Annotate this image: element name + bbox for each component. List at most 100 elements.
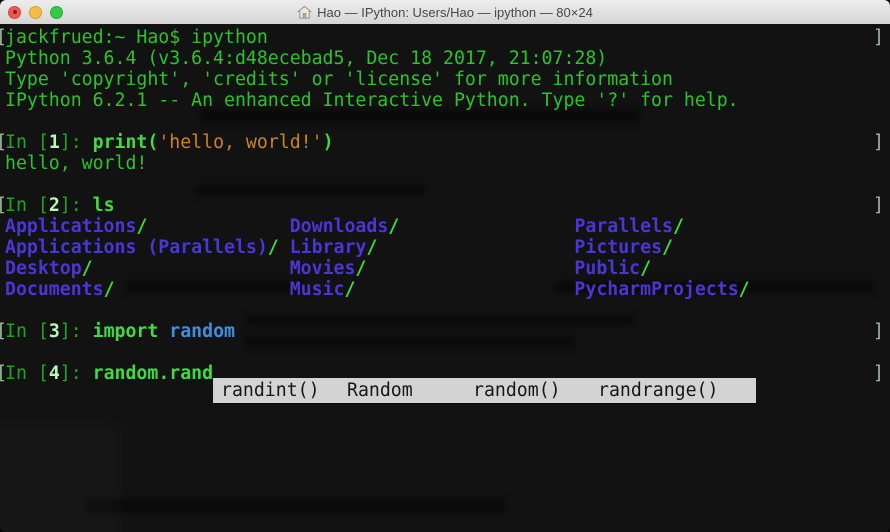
terminal-line: IPython 6.2.1 -- An enhanced Interactive… [5,90,890,111]
prompt-mark-close: ] [873,321,884,342]
prompt: In [ [5,363,49,384]
file-type-indicator: / [640,258,651,279]
file-type-indicator: / [104,279,115,300]
directory-name: Parallels [574,216,673,237]
completion-popup: randint() Random random() randrange() [213,378,756,403]
prompt-mark-close: ] [873,363,884,384]
directory-name: Pictures [574,237,662,258]
directory-name: Applications (Parallels) [5,237,268,258]
prompt: ]: [60,321,93,342]
prompt-number: 2 [49,195,60,216]
home-folder-icon [297,5,312,20]
directory-name: Public [574,258,640,279]
completion-item[interactable]: randrange() [598,378,718,403]
terminal-line: [jackfrued:~ Hao$ ipython] [5,27,890,48]
string-literal: 'hello, world!' [158,132,322,153]
directory-name: Documents [5,279,104,300]
spacer [399,216,574,237]
file-type-indicator: / [344,279,355,300]
directory-name: PycharmProjects [574,279,738,300]
file-type-indicator: / [355,258,366,279]
prompt-mark-close: ] [873,195,884,216]
ghost-artifact [0,424,120,532]
window-title: Hao — IPython: Users/Hao — ipython — 80×… [297,5,593,20]
zoom-button[interactable] [50,6,63,19]
minimize-button[interactable] [29,6,42,19]
title-bar[interactable]: Hao — IPython: Users/Hao — ipython — 80×… [0,0,890,25]
shell-prompt-line: jackfrued:~ Hao$ ipython [5,27,268,48]
prompt: In [ [5,132,49,153]
terminal-line [5,300,890,321]
prompt: ]: [60,195,93,216]
terminal-line [5,111,890,132]
banner-text: Python 3.6.4 (v3.6.4:d48ecebad5, Dec 18 … [5,48,607,69]
spacer [115,279,290,300]
module-name: random [169,321,235,342]
spacer [147,216,289,237]
close-button[interactable] [8,6,21,19]
command-text: random.rand [93,363,213,384]
prompt-number: 3 [49,321,60,342]
ghost-artifact [85,498,505,513]
directory-name: Library [290,237,367,258]
prompt-number: 4 [49,363,60,384]
terminal-line: [In [3]: import random] [5,321,890,342]
spacer [377,237,574,258]
spacer [93,258,290,279]
directory-name: Movies [290,258,356,279]
spacer [279,237,290,258]
terminal-line: hello, world! [5,153,890,174]
prompt: ]: [60,363,93,384]
file-type-indicator: / [388,216,399,237]
file-type-indicator: / [366,237,377,258]
terminal-window: Hao — IPython: Users/Hao — ipython — 80×… [0,0,890,532]
command-text: ( [147,132,158,153]
prompt: In [ [5,321,49,342]
terminal-line: Type 'copyright', 'credits' or 'license'… [5,69,890,90]
directory-name: Music [290,279,345,300]
directory-name: Applications [5,216,136,237]
command-text: ) [323,132,334,153]
file-type-indicator: / [136,216,147,237]
prompt-mark-open: [ [0,363,7,384]
terminal-line [5,174,890,195]
directory-name: Downloads [290,216,389,237]
file-type-indicator: / [662,237,673,258]
command-text: ls [93,195,115,216]
terminal-line: Documents/ Music/ PycharmProjects/ [5,279,890,300]
completion-item[interactable]: Random [347,378,413,403]
prompt-mark-open: [ [0,195,7,216]
window-title-text: Hao — IPython: Users/Hao — ipython — 80×… [317,5,593,20]
prompt-mark-close: ] [873,132,884,153]
terminal-lines: [jackfrued:~ Hao$ ipython]Python 3.6.4 (… [5,27,890,384]
traffic-lights [0,0,63,24]
command-text: print [93,132,148,153]
completion-item[interactable]: random() [473,378,561,403]
keyword: import [93,321,159,342]
output-text: hello, world! [5,153,147,174]
spacer [158,321,169,342]
directory-name: Desktop [5,258,82,279]
prompt-mark-open: [ [0,132,7,153]
terminal-screen[interactable]: [jackfrued:~ Hao$ ipython]Python 3.6.4 (… [0,24,890,532]
spacer [366,258,574,279]
terminal-line: Applications (Parallels)/ Library/ Pictu… [5,237,890,258]
terminal-line: Applications/ Downloads/ Parallels/ [5,216,890,237]
prompt-mark-close: ] [873,27,884,48]
completion-item[interactable]: randint() [221,378,320,403]
file-type-indicator: / [82,258,93,279]
file-type-indicator: / [739,279,750,300]
banner-text: IPython 6.2.1 -- An enhanced Interactive… [5,90,739,111]
prompt-number: 1 [49,132,60,153]
file-type-indicator: / [268,237,279,258]
prompt: In [ [5,195,49,216]
prompt: ]: [60,132,93,153]
prompt-mark-open: [ [0,321,7,342]
spacer [355,279,574,300]
file-type-indicator: / [673,216,684,237]
terminal-line [5,342,890,363]
prompt-mark-open: [ [0,27,7,48]
terminal-line: Python 3.6.4 (v3.6.4:d48ecebad5, Dec 18 … [5,48,890,69]
terminal-line: Desktop/ Movies/ Public/ [5,258,890,279]
terminal-line: [In [1]: print('hello, world!')] [5,132,890,153]
